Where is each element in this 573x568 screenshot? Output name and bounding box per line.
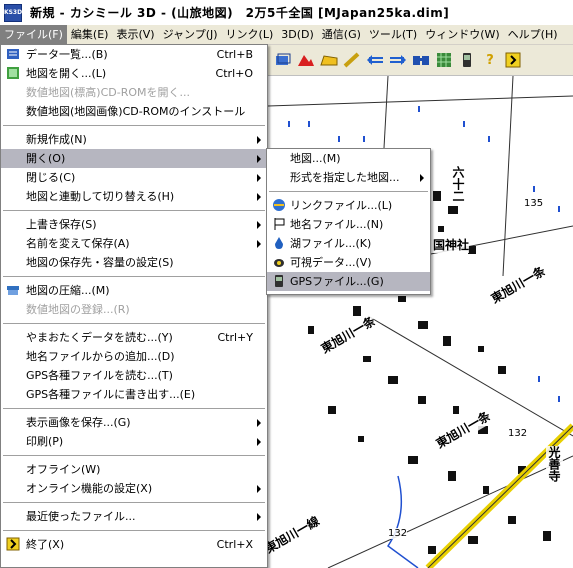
menu-jump[interactable]: ジャンプ(J) — [159, 25, 222, 44]
menu-item-recent-files[interactable]: 最近使ったファイル... — [1, 507, 267, 526]
submenu-arrow-icon — [420, 174, 424, 182]
menu-item-write-gps-files[interactable]: GPS各種ファイルに書き出す...(E) — [1, 385, 267, 404]
menu-separator — [269, 191, 428, 192]
menu-item-register-numeric-map[interactable]: 数値地図の登録...(R) — [1, 300, 267, 319]
menu-item-exit[interactable]: 終了(X) Ctrl+X — [1, 535, 267, 554]
submenu-item-visibility-data[interactable]: 可視データ...(V) — [267, 253, 430, 272]
menu-item-open-map[interactable]: 地図を開く...(L) Ctrl+O — [1, 64, 267, 83]
menu-item-open-elevation-cdrom[interactable]: 数値地図(標高)CD-ROMを開く... — [1, 83, 267, 102]
menu-separator — [3, 125, 265, 126]
submenu-arrow-icon — [257, 136, 261, 144]
submenu-arrow-icon — [257, 193, 261, 201]
submenu-item-map-by-format[interactable]: 形式を指定した地図... — [267, 168, 430, 187]
menu-tools[interactable]: ツール(T) — [365, 25, 421, 44]
menu-item-compress-map[interactable]: 地図の圧縮...(M) — [1, 281, 267, 300]
menu-file[interactable]: ファイル(F) — [0, 25, 67, 44]
map-label-1: 六十二 — [450, 166, 467, 202]
map-grid-icon[interactable] — [435, 51, 453, 69]
cheese-icon[interactable] — [320, 51, 338, 69]
layers-icon[interactable] — [274, 51, 292, 69]
open-submenu: 地図...(M) 形式を指定した地図... リンクファイル...(L) 地名ファ… — [266, 148, 431, 295]
menu-separator — [3, 530, 265, 531]
river — [386, 475, 419, 568]
gps-icon[interactable] — [458, 51, 476, 69]
menu-window[interactable]: ウィンドウ(W) — [421, 25, 503, 44]
lake-icon — [271, 236, 287, 251]
menu-item-new[interactable]: 新規作成(N) — [1, 130, 267, 149]
menu-edit[interactable]: 編集(E) — [67, 25, 113, 44]
menu-item-map-storage-settings[interactable]: 地図の保存先・容量の設定(S) — [1, 253, 267, 272]
exit-icon[interactable] — [504, 51, 522, 69]
menu-link[interactable]: リンク(L) — [222, 25, 278, 44]
menu-item-save-as[interactable]: 名前を変えて保存(A) — [1, 234, 267, 253]
mountain-icon[interactable] — [297, 51, 315, 69]
toolbar: ? — [268, 45, 573, 76]
menu-item-save[interactable]: 上書き保存(S) — [1, 215, 267, 234]
menu-separator — [3, 276, 265, 277]
ruler-icon[interactable] — [343, 51, 361, 69]
menu-item-offline[interactable]: オフライン(W) — [1, 460, 267, 479]
flag-icon — [271, 217, 287, 232]
menu-item-data-list[interactable]: データ一覧...(B) Ctrl+B — [1, 45, 267, 64]
menu-item-switch-with-map[interactable]: 地図と連動して切り替える(H) — [1, 187, 267, 206]
help-icon[interactable]: ? — [481, 51, 499, 69]
menu-separator — [3, 210, 265, 211]
map-label-2: 135 — [524, 198, 544, 209]
submenu-arrow-icon — [257, 438, 261, 446]
menu-help[interactable]: ヘルプ(H) — [504, 25, 562, 44]
data-list-icon — [5, 47, 21, 62]
menu-3d[interactable]: 3D(D) — [277, 25, 318, 44]
menu-bar: ファイル(F) 編集(E) 表示(V) ジャンプ(J) リンク(L) 3D(D)… — [0, 25, 573, 45]
submenu-arrow-icon — [257, 419, 261, 427]
arrow-right-icon[interactable] — [389, 51, 407, 69]
visibility-icon — [271, 255, 287, 270]
title-bar: KS3D 新規 - カシミール 3D - (山旅地図) 2万5千全国 [MJap… — [0, 0, 573, 26]
menu-view[interactable]: 表示(V) — [112, 25, 158, 44]
window-title: 新規 - カシミール 3D - (山旅地図) 2万5千全国 [MJapan25k… — [30, 6, 450, 20]
menu-separator — [3, 408, 265, 409]
menu-separator — [3, 455, 265, 456]
menu-item-print[interactable]: 印刷(P) — [1, 432, 267, 451]
menu-item-read-yamaotaku[interactable]: やまおたくデータを読む...(Y) Ctrl+Y — [1, 328, 267, 347]
menu-item-add-from-placename[interactable]: 地名ファイルからの追加...(D) — [1, 347, 267, 366]
link-file-icon — [271, 198, 287, 213]
binoculars-icon[interactable] — [412, 51, 430, 69]
menu-comm[interactable]: 通信(G) — [318, 25, 365, 44]
map-label-10: 132 — [388, 528, 408, 539]
submenu-item-placename-file[interactable]: 地名ファイル...(N) — [267, 215, 430, 234]
submenu-item-gps-file[interactable]: GPSファイル...(G) — [267, 272, 430, 291]
submenu-item-lake-file[interactable]: 湖ファイル...(K) — [267, 234, 430, 253]
submenu-item-map[interactable]: 地図...(M) — [267, 149, 430, 168]
file-menu: データ一覧...(B) Ctrl+B 地図を開く...(L) Ctrl+O 数値… — [0, 44, 268, 568]
submenu-item-link-file[interactable]: リンクファイル...(L) — [267, 196, 430, 215]
submenu-arrow-icon — [257, 155, 261, 163]
menu-item-online-settings[interactable]: オンライン機能の設定(X) — [1, 479, 267, 498]
arrow-left-icon[interactable] — [366, 51, 384, 69]
submenu-arrow-icon — [257, 174, 261, 182]
submenu-arrow-icon — [257, 240, 261, 248]
menu-item-save-display-image[interactable]: 表示画像を保存...(G) — [1, 413, 267, 432]
menu-item-open[interactable]: 開く(O) — [1, 149, 267, 168]
menu-item-install-map-cdrom[interactable]: 数値地図(地図画像)CD-ROMのインストール — [1, 102, 267, 121]
app-icon: KS3D — [4, 3, 22, 22]
menu-item-close[interactable]: 閉じる(C) — [1, 168, 267, 187]
exit-icon — [5, 537, 21, 552]
map-label-7: 132 — [508, 428, 528, 439]
submenu-arrow-icon — [257, 513, 261, 521]
submenu-arrow-icon — [257, 485, 261, 493]
open-map-icon — [5, 66, 21, 81]
submenu-arrow-icon — [257, 221, 261, 229]
menu-item-read-gps-files[interactable]: GPS各種ファイルを読む...(T) — [1, 366, 267, 385]
compress-icon — [5, 283, 21, 298]
map-label-3: 国神社 — [433, 236, 470, 253]
menu-separator — [3, 502, 265, 503]
menu-separator — [3, 323, 265, 324]
map-label-8: 光善寺 — [546, 446, 563, 482]
gps-file-icon — [271, 274, 287, 289]
